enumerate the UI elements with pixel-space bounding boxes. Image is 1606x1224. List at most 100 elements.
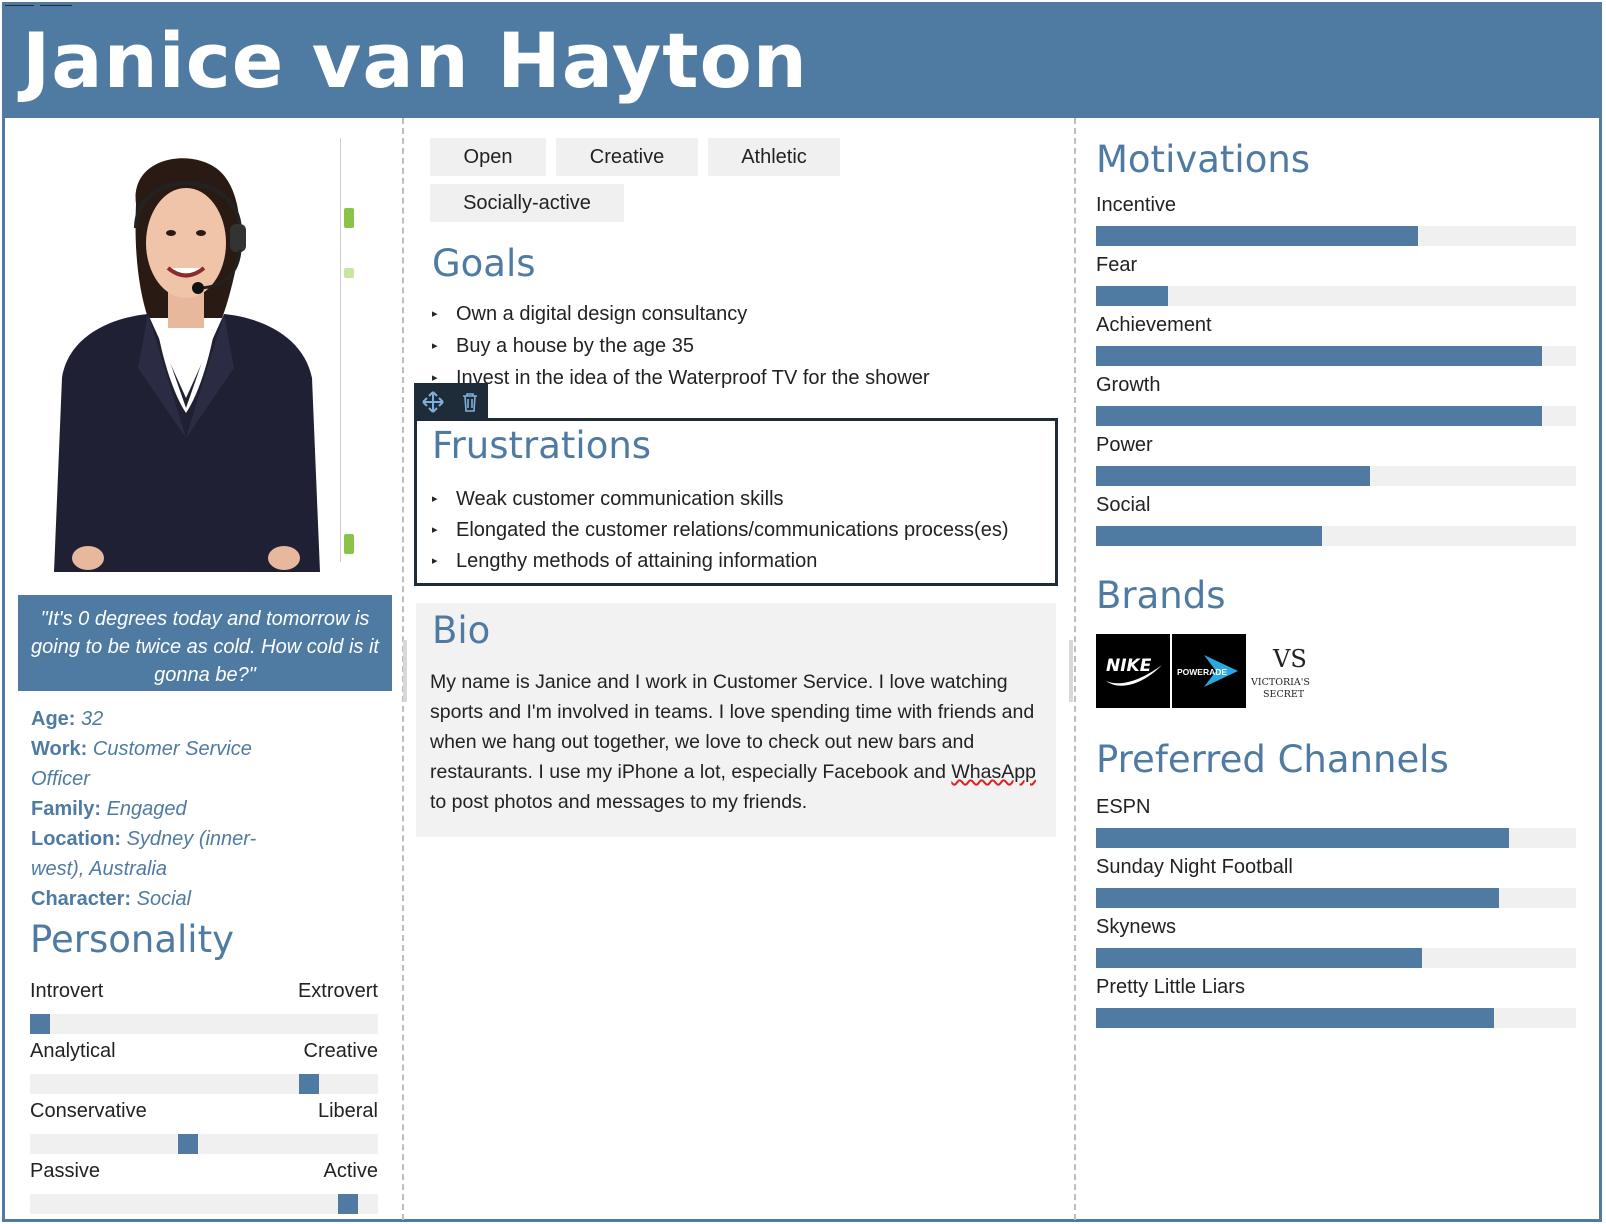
scale-knob[interactable] [298,1074,319,1094]
trait-tag[interactable]: Socially-active [430,184,624,222]
bar-label: Sunday Night Football [1096,856,1293,878]
bar-label: Skynews [1096,916,1177,938]
scale-knob[interactable] [177,1134,198,1154]
scale-track[interactable] [30,1074,378,1094]
scale-right-label: Extrovert [297,980,378,1002]
block-toolbar [414,383,488,420]
goals-title: Goals [432,242,536,285]
scale-right-label: Liberal [317,1100,378,1122]
goals-list: Own a digital design consultancy Buy a h… [432,298,1052,394]
personality-title: Personality [30,918,234,961]
bio-text-part: to post photos and messages to my friend… [430,791,808,813]
motivation-bar: Growth [1096,372,1576,426]
resize-handle[interactable] [403,640,407,702]
persona-quote: "It's 0 degrees today and tomorrow is go… [18,595,392,691]
bar-fill [1096,526,1322,546]
nike-logo-icon: NIKE [1096,634,1170,708]
bar-track [1096,948,1576,968]
bar-fill [1096,948,1423,968]
resize-handle[interactable] [1069,640,1073,702]
svg-text:SECRET: SECRET [1263,689,1305,700]
move-arrows-icon[interactable] [414,383,451,420]
bar-track [1096,466,1576,486]
bar-fill [1096,828,1509,848]
personality-scale[interactable]: Conservative Liberal [30,1100,378,1154]
scale-right-label: Creative [303,1040,378,1062]
watermark-logo [344,534,354,554]
bar-label: ESPN [1096,796,1151,818]
scale-knob[interactable] [338,1194,359,1214]
bar-label: Achievement [1096,314,1212,336]
watermark-mark [344,208,354,228]
bar-track [1096,828,1576,848]
svg-text:VS: VS [1272,645,1307,673]
motivation-bar: Achievement [1096,312,1576,366]
channel-bar: Skynews [1096,914,1576,968]
personality-scale[interactable]: Passive Active [30,1160,378,1214]
bio-title: Bio [432,609,491,652]
scale-track[interactable] [30,1134,378,1154]
scale-knob[interactable] [30,1014,50,1034]
bar-label: Incentive [1096,194,1177,216]
fact-character: Character: Social [31,888,192,910]
motivation-bar: Power [1096,432,1576,486]
bio-section[interactable]: Bio My name is Janice and I work in Cust… [416,603,1056,837]
trash-icon[interactable] [451,383,488,420]
channel-bar: Sunday Night Football [1096,854,1576,908]
scale-right-label: Active [323,1160,378,1182]
watermark-strip [340,138,359,562]
bar-track [1096,226,1576,246]
scale-track[interactable] [30,1014,378,1034]
bar-fill [1096,346,1543,366]
scale-track[interactable] [30,1194,378,1214]
bio-text: My name is Janice and I work in Customer… [430,667,1046,817]
persona-photo [18,138,378,572]
list-item: Buy a house by the age 35 [432,330,1052,362]
scale-left-label: Passive [30,1160,101,1182]
motivation-bar: Social [1096,492,1576,546]
bar-fill [1096,888,1500,908]
bio-text-part: My name is Janice and I work in Customer… [430,671,1035,783]
frustrations-list: Weak customer communication skills Elong… [432,484,1052,580]
list-item: Invest in the idea of the Waterproof TV … [432,362,1052,394]
fact-family: Family: Engaged [31,798,187,820]
fact-location: Location: Sydney (inner-west), Australia [31,828,257,880]
bar-track [1096,888,1576,908]
bar-fill [1096,1008,1495,1028]
brand-logos: NIKE POWERADE VS VICTORIA'S SECRET [1096,634,1322,710]
scale-left-label: Analytical [30,1040,116,1062]
bar-track [1096,526,1576,546]
scale-left-label: Introvert [30,980,104,1002]
personality-scale[interactable]: Analytical Creative [30,1040,378,1094]
bar-label: Fear [1096,254,1138,276]
bar-track [1096,346,1576,366]
svg-text:VICTORIA'S: VICTORIA'S [1250,677,1310,688]
list-item: Weak customer communication skills [432,484,1052,515]
motivations-title: Motivations [1096,138,1311,181]
fact-age: Age: 32 [31,708,104,730]
bar-track [1096,286,1576,306]
watermark-mark [344,268,354,278]
bar-label: Pretty Little Liars [1096,976,1245,998]
column-divider [1074,118,1076,1220]
bar-fill [1096,226,1418,246]
bar-label: Growth [1096,374,1161,396]
frustrations-title: Frustrations [432,424,652,467]
list-item: Lengthy methods of attaining information [432,546,1052,577]
person-portrait-icon [18,138,340,572]
bar-track [1096,1008,1576,1028]
trait-tag[interactable]: Creative [556,138,698,176]
misspelled-word[interactable]: WhasApp [951,761,1036,783]
bar-fill [1096,466,1370,486]
trait-tag[interactable]: Open [430,138,546,176]
bar-fill [1096,286,1168,306]
channels-title: Preferred Channels [1096,738,1449,781]
personality-scale[interactable]: Introvert Extrovert [30,980,378,1034]
channel-bar: Pretty Little Liars [1096,974,1576,1028]
svg-text:POWERADE: POWERADE [1177,667,1227,677]
scale-left-label: Conservative [30,1100,147,1122]
list-item: Own a digital design consultancy [432,298,1052,330]
fact-work: Work: Customer Service Officer [31,738,252,790]
trait-tag[interactable]: Athletic [708,138,840,176]
powerade-logo-icon: POWERADE [1172,634,1246,708]
